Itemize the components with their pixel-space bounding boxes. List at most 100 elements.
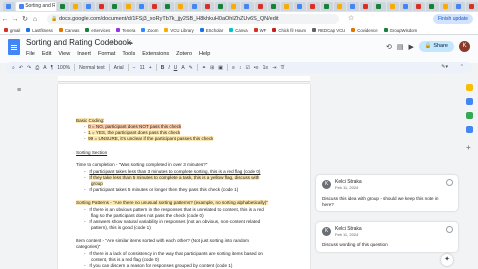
spellcheck-icon[interactable]: A [43, 65, 46, 71]
history-icon[interactable]: ⟲ [386, 43, 392, 51]
browser-tab[interactable] [162, 1, 175, 11]
explore-icon[interactable]: ✦ [441, 254, 453, 266]
browser-tab[interactable] [320, 1, 333, 11]
contacts-icon[interactable] [466, 112, 473, 119]
browser-tab[interactable] [399, 1, 413, 11]
browser-tab[interactable] [56, 1, 69, 11]
bookmark-item[interactable]: EScholar [199, 28, 223, 33]
browser-tab[interactable] [386, 1, 399, 11]
image-icon[interactable]: ▣ [218, 65, 223, 71]
star-icon[interactable]: ☆ [346, 14, 356, 22]
url-field[interactable]: 🔒 docs.google.com/document/d/1FSj3_xoRyT… [47, 14, 339, 24]
resolve-comment-icon[interactable] [446, 226, 453, 233]
docs-logo-icon[interactable] [8, 39, 20, 55]
menu-help[interactable]: Help [199, 51, 210, 57]
browser-tab[interactable] [465, 1, 478, 11]
font-size-increase[interactable]: + [149, 65, 152, 71]
browser-tab[interactable] [109, 1, 122, 11]
add-comment-icon[interactable]: ⊞ [210, 65, 214, 71]
browser-tab[interactable] [254, 1, 267, 11]
browser-tab[interactable] [360, 1, 373, 11]
browser-tab[interactable] [452, 1, 465, 11]
menu-insert[interactable]: Insert [77, 51, 91, 57]
move-icon[interactable]: ▭ [118, 40, 127, 46]
zoom-select[interactable]: 100% [57, 65, 70, 71]
bookmark-item[interactable]: Canva [229, 28, 248, 33]
browser-tab[interactable] [96, 1, 109, 11]
font-size-input[interactable]: 11 [140, 65, 145, 71]
editing-mode-icon[interactable]: ✎▾ [441, 64, 448, 70]
print-icon[interactable]: ⎙ [35, 65, 39, 71]
document-outline-icon[interactable]: ≡ [17, 87, 21, 94]
browser-tab[interactable] [281, 1, 294, 11]
back-icon[interactable]: ← [0, 16, 10, 23]
menu-edit[interactable]: Edit [42, 51, 51, 57]
browser-tab[interactable] [373, 1, 386, 11]
bookmark-item[interactable]: VCU Library [164, 28, 194, 33]
bookmark-item[interactable]: GroupWisdom [383, 28, 417, 33]
font-size-decrease[interactable]: − [133, 65, 136, 71]
line-spacing-icon[interactable]: ↕ [239, 65, 242, 71]
browser-tab[interactable] [83, 1, 96, 11]
bookmark-item[interactable]: Canvas [58, 28, 79, 33]
bold-icon[interactable]: B [161, 65, 165, 71]
browser-tab[interactable] [201, 1, 215, 11]
avatar[interactable]: K [459, 41, 470, 52]
paint-format-icon[interactable]: ¶ [51, 65, 54, 71]
browser-tab[interactable] [122, 1, 135, 11]
bookmark-item[interactable]: Chick fil Hours [272, 28, 306, 33]
comment-card[interactable]: K Kelci Straka Feb 11, 2024 Discuss this… [316, 175, 458, 211]
undo-icon[interactable]: ↶ [19, 65, 23, 71]
horizontal-ruler[interactable] [58, 76, 310, 82]
reload-icon[interactable]: ↻ [20, 15, 30, 23]
browser-tab[interactable] [241, 1, 254, 11]
link-icon[interactable]: ⚭ [202, 65, 206, 71]
browser-tab[interactable] [69, 1, 83, 11]
numbered-list-icon[interactable]: 1≡ [263, 65, 269, 71]
indent-icon[interactable]: ⇥ [272, 65, 276, 71]
menu-extensions[interactable]: Extensions [142, 51, 169, 57]
resolve-comment-icon[interactable] [446, 179, 453, 186]
browser-tab[interactable] [228, 1, 241, 11]
highlight-icon[interactable]: ✎ [189, 65, 193, 71]
italic-icon[interactable]: I [168, 65, 169, 71]
browser-tab[interactable] [413, 1, 426, 11]
browser-tab[interactable] [188, 1, 201, 11]
menu-zotero[interactable]: Zotero [176, 51, 192, 57]
search-menus-icon[interactable]: ⌕ [12, 65, 15, 71]
collapse-toolbar-icon[interactable]: ⌃ [460, 64, 464, 70]
browser-tab[interactable] [333, 1, 347, 11]
menu-file[interactable]: File [26, 51, 35, 57]
bookmark-item[interactable]: WF [253, 28, 266, 33]
clear-format-icon[interactable]: T̸ [281, 65, 284, 71]
comment-card[interactable]: K Kelci Straka Feb 11, 2024 Discuss word… [316, 222, 458, 252]
redo-icon[interactable]: ↷ [27, 65, 31, 71]
vertical-ruler[interactable] [10, 86, 17, 269]
align-icon[interactable]: ≡ [232, 65, 235, 71]
browser-tab[interactable] [175, 1, 188, 11]
bookmark-item[interactable]: Tenera [116, 28, 135, 33]
maps-icon[interactable] [466, 126, 473, 133]
menu-format[interactable]: Format [98, 51, 115, 57]
meet-icon[interactable]: ▶ [409, 43, 414, 51]
add-addon-icon[interactable]: + [466, 144, 473, 152]
document-page[interactable]: Basic Coding: - 0 = NO, participant does… [58, 84, 310, 269]
browser-tab[interactable] [426, 1, 439, 11]
tasks-icon[interactable] [466, 98, 473, 105]
browser-tab[interactable] [267, 1, 281, 11]
menu-tools[interactable]: Tools [122, 51, 135, 57]
forward-icon[interactable]: → [10, 16, 20, 23]
checklist-icon[interactable]: ☑ [245, 65, 249, 71]
browser-tab[interactable] [347, 1, 360, 11]
menu-view[interactable]: View [58, 51, 70, 57]
underline-icon[interactable]: U [174, 65, 178, 71]
bookmark-item[interactable]: Covidence [351, 28, 378, 33]
cloud-status-icon[interactable]: ☁ [127, 40, 136, 46]
browser-tab[interactable] [439, 1, 452, 11]
bullet-list-icon[interactable]: •≡ [254, 65, 259, 71]
keep-icon[interactable] [466, 84, 473, 91]
browser-tab[interactable] [307, 1, 320, 11]
bookmark-item[interactable]: REDCap VCU [312, 28, 345, 33]
browser-tab[interactable] [135, 1, 149, 11]
browser-tab[interactable] [215, 1, 228, 11]
